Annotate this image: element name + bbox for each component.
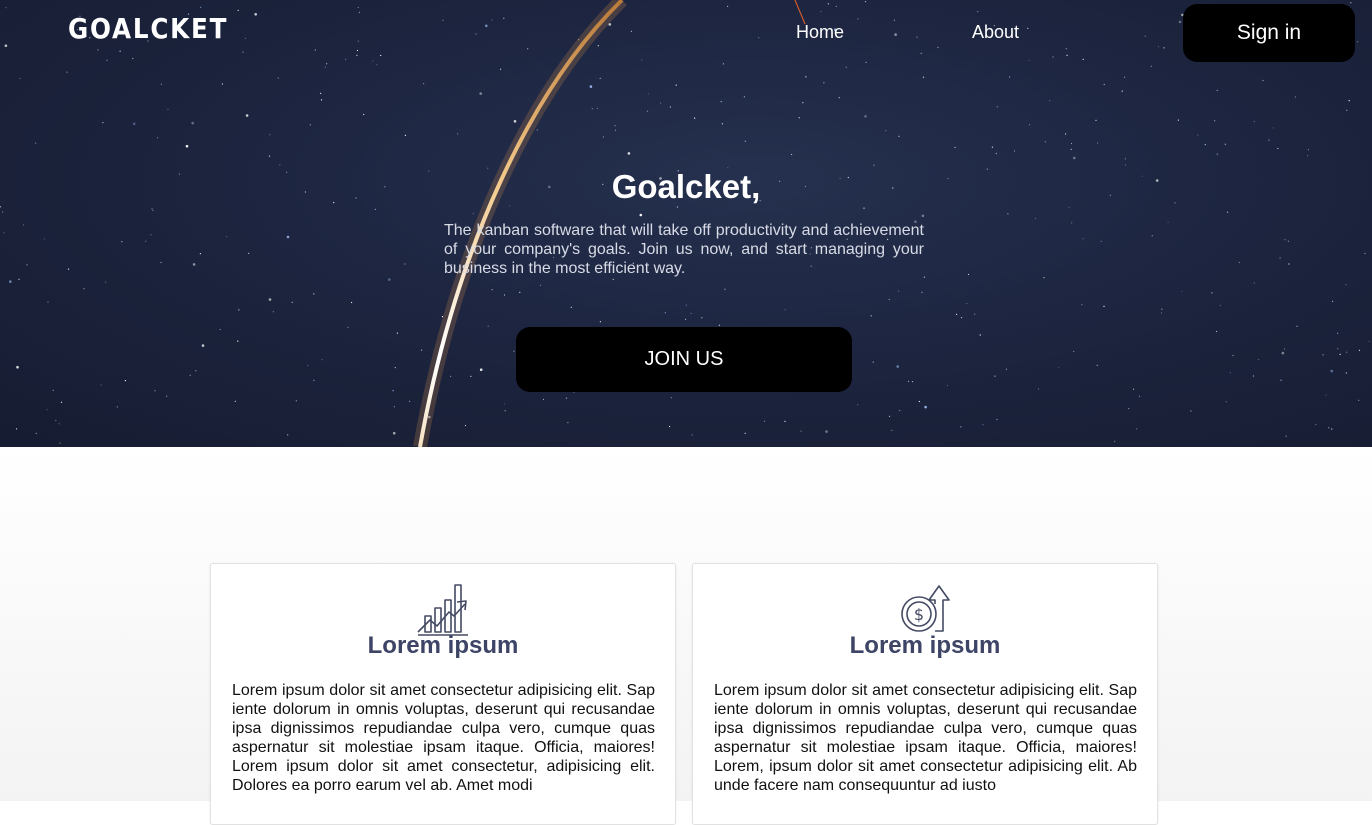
dollar-coin-up-icon: $: [901, 585, 950, 632]
card-title: Lorem ipsum: [367, 632, 519, 659]
nav-link-home[interactable]: Home: [796, 22, 844, 43]
feature-card: $ Lorem ipsum Lorem ipsum dolor sit amet…: [692, 563, 1158, 825]
hero-title: Goalcket,: [611, 168, 761, 205]
top-navbar: GOALCKET Home About Sign in: [0, 0, 1372, 66]
growth-chart-icon: [417, 584, 468, 636]
brand-logo[interactable]: GOALCKET: [68, 12, 228, 45]
nav-link-about[interactable]: About: [972, 22, 1019, 43]
sign-in-button[interactable]: Sign in: [1183, 4, 1355, 62]
card-text: Lorem ipsum dolor sit amet consectetur a…: [714, 682, 1137, 794]
feature-card: Lorem ipsum Lorem ipsum dolor sit amet c…: [210, 563, 676, 825]
card-title: Lorem ipsum: [849, 632, 1001, 659]
svg-text:$: $: [914, 605, 924, 624]
hero-description: The kanban software that will take off p…: [444, 222, 924, 277]
features-section: Lorem ipsum Lorem ipsum dolor sit amet c…: [0, 447, 1372, 825]
card-text: Lorem ipsum dolor sit amet consectetur a…: [232, 682, 655, 794]
hero-section: GOALCKET Home About Sign in Goalcket, Th…: [0, 0, 1372, 447]
join-us-button[interactable]: JOIN US: [516, 327, 852, 392]
